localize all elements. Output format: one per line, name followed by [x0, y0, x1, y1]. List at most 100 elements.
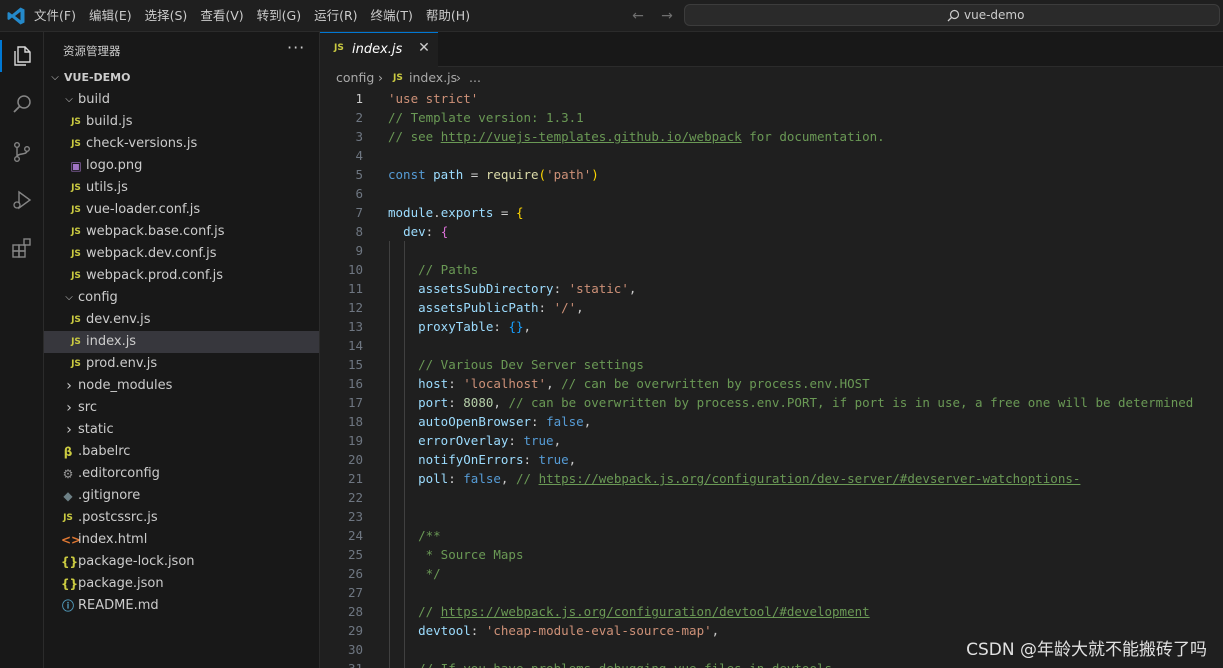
files-icon[interactable]: [0, 34, 44, 78]
code-line: // Paths: [388, 260, 1223, 279]
menu-item-4[interactable]: 转到(G): [253, 0, 305, 32]
line-number: 25: [347, 547, 363, 562]
tab-index-js[interactable]: JS index.js ✕: [320, 32, 438, 67]
code-line: // Various Dev Server settings: [388, 355, 1223, 374]
code-token: */: [418, 566, 441, 581]
workspace-root[interactable]: ⌵ VUE-DEMO: [44, 67, 319, 89]
breadcrumb-more[interactable]: ...: [469, 67, 481, 89]
folder-item[interactable]: › static: [44, 419, 319, 441]
code-token: {: [440, 224, 449, 239]
code-line: proxyTable: {},: [388, 317, 1223, 336]
folder-item[interactable]: ⌵ build: [44, 89, 319, 111]
breadcrumb-file[interactable]: index.js: [409, 67, 457, 89]
file-item[interactable]: JS build.js: [44, 111, 319, 133]
folder-item[interactable]: › node_modules: [44, 375, 319, 397]
close-icon[interactable]: ✕: [416, 40, 432, 58]
code-token: =: [463, 167, 486, 182]
file-item[interactable]: ▣ logo.png: [44, 155, 319, 177]
file-item[interactable]: JS webpack.base.conf.js: [44, 221, 319, 243]
file-item[interactable]: JS webpack.prod.conf.js: [44, 265, 319, 287]
file-item[interactable]: β .babelrc: [44, 441, 319, 463]
code-token: '/': [553, 300, 577, 315]
file-item[interactable]: JS check-versions.js: [44, 133, 319, 155]
file-item[interactable]: JS .postcssrc.js: [44, 507, 319, 529]
code-token: :: [523, 452, 539, 467]
folder-item[interactable]: › src: [44, 397, 319, 419]
line-number: 18: [347, 414, 363, 429]
file-item[interactable]: <> index.html: [44, 529, 319, 551]
menu-item-7[interactable]: 帮助(H): [422, 0, 474, 32]
code-token: {: [515, 205, 524, 220]
file-item[interactable]: JS index.js: [44, 331, 319, 353]
code-token: ,: [576, 300, 584, 315]
code-token: https://webpack.js.org/configuration/dev…: [440, 604, 870, 619]
code-token: * Source Maps: [418, 547, 524, 562]
line-number: 3: [355, 129, 363, 144]
back-arrow-icon[interactable]: ←: [626, 6, 650, 26]
code-token: module: [388, 205, 434, 220]
code-token: assetsPublicPath: [418, 300, 539, 315]
search-icon[interactable]: [0, 82, 44, 126]
source-control-icon[interactable]: [0, 130, 44, 174]
tree-item-label: static: [78, 422, 114, 437]
file-item[interactable]: ⚙ .editorconfig: [44, 463, 319, 485]
code-token: :: [531, 414, 547, 429]
chevron-down-icon: ⌵: [51, 72, 59, 83]
tree-item-label: index.js: [86, 334, 137, 349]
line-number: 12: [347, 300, 363, 315]
line-number: 19: [347, 433, 363, 448]
js-file-icon: JS: [71, 139, 81, 149]
file-item[interactable]: JS prod.env.js: [44, 353, 319, 375]
extensions-icon[interactable]: [0, 226, 44, 270]
file-item[interactable]: JS dev.env.js: [44, 309, 319, 331]
tree-item-label: src: [78, 400, 97, 415]
file-item[interactable]: ◆ .gitignore: [44, 485, 319, 507]
file-item[interactable]: {} package.json: [44, 573, 319, 595]
file-item[interactable]: ⓘ README.md: [44, 595, 319, 617]
tree-item-label: webpack.prod.conf.js: [86, 268, 224, 283]
code-token: host: [418, 376, 449, 391]
code-token: // Template version: 1.3.1: [388, 110, 584, 125]
code-token: dev: [403, 224, 426, 239]
more-actions-icon[interactable]: ···: [287, 38, 305, 57]
file-item[interactable]: JS vue-loader.conf.js: [44, 199, 319, 221]
code-editor[interactable]: 1 2 3 4 5 6 7 8 9 10 11 12 13 14 15 16 17 18 19 20 21 22 23 24 2…: [320, 89, 1223, 668]
menu-item-0[interactable]: 文件(F): [30, 0, 80, 32]
file-item[interactable]: JS webpack.dev.conf.js: [44, 243, 319, 265]
breadcrumb-folder[interactable]: config: [336, 67, 374, 89]
menu-item-6[interactable]: 终端(T): [367, 0, 417, 32]
code-line: autoOpenBrowser: false,: [388, 412, 1223, 431]
js-file-icon: JS: [71, 249, 81, 259]
menu-item-3[interactable]: 查看(V): [196, 0, 247, 32]
file-item[interactable]: {} package-lock.json: [44, 551, 319, 573]
line-number: 31: [320, 659, 363, 668]
line-number: 23: [347, 509, 363, 524]
file-item[interactable]: JS utils.js: [44, 177, 319, 199]
folder-item[interactable]: ⌵ config: [44, 287, 319, 309]
menu-item-5[interactable]: 运行(R): [310, 0, 361, 32]
code-token: //: [418, 604, 441, 619]
code-line: // Template version: 1.3.1: [388, 108, 1223, 127]
code-token: http://vuejs-templates.github.io/webpack: [440, 129, 742, 144]
menu-item-1[interactable]: 编辑(E): [85, 0, 136, 32]
code-line: poll: false, // https://webpack.js.org/c…: [388, 469, 1223, 488]
run-debug-icon[interactable]: [0, 178, 44, 222]
code-token: notifyOnErrors: [418, 452, 524, 467]
menu-item-2[interactable]: 选择(S): [141, 0, 192, 32]
command-center-search[interactable]: vue-demo: [684, 4, 1220, 26]
code-token: =: [493, 205, 516, 220]
code-area[interactable]: 'use strict' // Template version: 1.3.1 //…: [388, 89, 1223, 668]
forward-arrow-icon[interactable]: →: [655, 6, 679, 26]
code-token: (: [538, 167, 547, 182]
git-file-icon: ◆: [63, 489, 73, 503]
line-number: 15: [347, 357, 363, 372]
code-token: autoOpenBrowser: [418, 414, 531, 429]
